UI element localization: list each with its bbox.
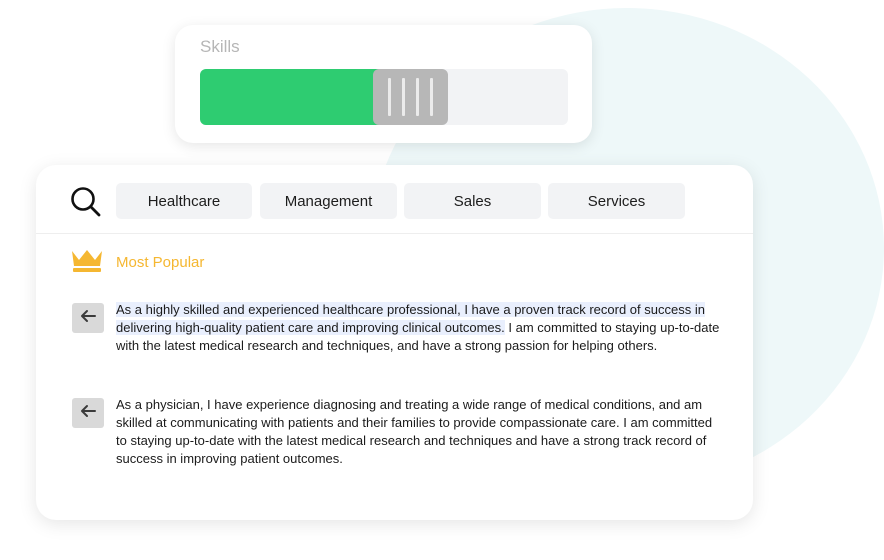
tag-healthcare[interactable]: Healthcare — [116, 183, 252, 219]
grip-line — [416, 78, 419, 116]
suggestions-card: Healthcare Management Sales Services Mos… — [36, 165, 753, 520]
skills-slider[interactable] — [200, 69, 568, 125]
skills-slider-handle[interactable] — [373, 69, 448, 125]
grip-line — [388, 78, 391, 116]
search-icon[interactable] — [69, 185, 103, 219]
skills-slider-fill — [200, 69, 395, 125]
arrow-left-icon — [79, 309, 97, 328]
tag-management[interactable]: Management — [260, 183, 397, 219]
divider — [36, 233, 753, 234]
tag-sales[interactable]: Sales — [404, 183, 541, 219]
crown-icon — [70, 247, 104, 275]
suggestion-text[interactable]: As a physician, I have experience diagno… — [116, 396, 721, 468]
insert-suggestion-button[interactable] — [72, 398, 104, 428]
skills-title: Skills — [200, 37, 240, 56]
insert-suggestion-button[interactable] — [72, 303, 104, 333]
grip-line — [402, 78, 405, 116]
arrow-left-icon — [79, 404, 97, 423]
skills-card: Skills — [175, 25, 592, 143]
grip-line — [430, 78, 433, 116]
suggestion-text[interactable]: As a highly skilled and experienced heal… — [116, 301, 721, 355]
most-popular-label: Most Popular — [116, 254, 205, 271]
tag-services[interactable]: Services — [548, 183, 685, 219]
suggestion-text-rest: As a physician, I have experience diagno… — [116, 397, 713, 466]
